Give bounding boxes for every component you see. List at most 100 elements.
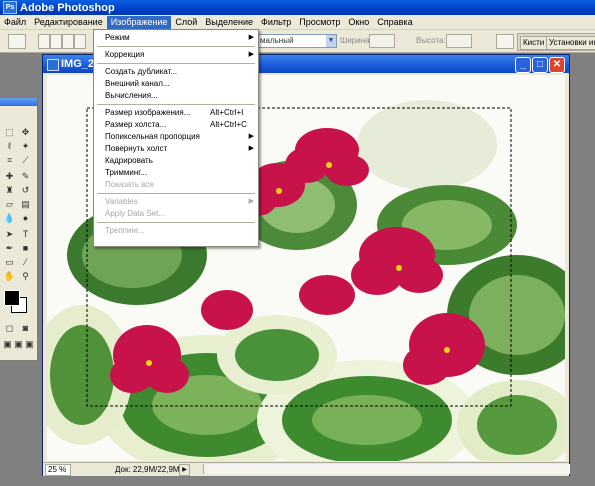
menu-separator <box>97 222 255 223</box>
blur-tool-icon[interactable]: 💧 <box>3 212 16 224</box>
panel-well: Кисти Установки инст <box>517 33 595 51</box>
screen-mode-full-icon[interactable]: ▣ <box>23 338 36 350</box>
image-menu-item-shortcut: Alt+Ctrl+C <box>210 120 247 129</box>
image-menu-item-label: Вычисления... <box>105 91 158 100</box>
image-menu-item: Variables ▶ <box>94 196 258 208</box>
image-menu-item-label: Размер изображения... <box>105 108 191 117</box>
foreground-color-swatch[interactable] <box>4 290 20 306</box>
toolbox: ⬚ ✥ ℓ ✦ ⌗ ⟋ ✚ ✎ ♜ ↺ ▱ ▤ 💧 ● ➤ T ✒ ■ ▭ ⁄ … <box>0 97 38 361</box>
marquee-preset-icon[interactable] <box>8 34 26 49</box>
photoshop-logo-icon: Ps <box>3 1 17 14</box>
menu-view[interactable]: Просмотр <box>295 16 344 29</box>
image-menu-item-label: Внешний канал... <box>105 79 170 88</box>
image-menu-item[interactable]: Размер изображения... Alt+Ctrl+I <box>94 107 258 119</box>
image-menu-item: Apply Data Set... <box>94 208 258 220</box>
intersect-selection-icon[interactable] <box>74 34 86 49</box>
menu-separator <box>97 63 255 64</box>
add-selection-icon[interactable] <box>50 34 62 49</box>
eyedropper-tool-icon[interactable]: ⁄ <box>19 256 32 268</box>
image-menu-item[interactable]: Коррекция ▶ <box>94 49 258 61</box>
move-tool-icon[interactable]: ✥ <box>19 126 32 138</box>
shape-tool-icon[interactable]: ■ <box>19 242 32 254</box>
healing-brush-tool-icon[interactable]: ✚ <box>3 170 16 182</box>
image-menu-item-label: Попиксельная пропорция <box>105 132 200 141</box>
status-menu-arrow-icon[interactable]: ▶ <box>179 464 190 476</box>
image-menu-item[interactable]: Вычисления... <box>94 90 258 102</box>
image-menu-item[interactable]: Внешний канал... <box>94 78 258 90</box>
menu-file[interactable]: Файл <box>0 16 30 29</box>
toolbox-header[interactable] <box>0 98 37 106</box>
menu-edit[interactable]: Редактирование <box>30 16 107 29</box>
brush-tool-icon[interactable]: ✎ <box>19 170 32 182</box>
submenu-arrow-icon: ▶ <box>248 145 254 152</box>
image-menu-item[interactable]: Повернуть холст ▶ <box>94 143 258 155</box>
subtract-selection-icon[interactable] <box>62 34 74 49</box>
tab-brushes[interactable]: Кисти <box>520 36 548 50</box>
image-menu-item-label: Кадрировать <box>105 156 153 165</box>
eraser-tool-icon[interactable]: ▱ <box>3 198 16 210</box>
document-size-info: Док: 22,9M/22,9M <box>115 465 180 474</box>
hand-tool-icon[interactable]: ✋ <box>3 270 16 282</box>
submenu-arrow-icon: ▶ <box>248 133 254 140</box>
document-title: IMG_2 <box>61 58 95 70</box>
image-menu-item-label: Коррекция <box>105 50 145 59</box>
menu-select[interactable]: Выделение <box>201 16 257 29</box>
tab-tool-presets[interactable]: Установки инст <box>546 36 595 50</box>
options-bar: мальный ▼ Ширина: Высота: <box>0 30 595 53</box>
marquee-tool-icon[interactable]: ⬚ <box>3 126 16 138</box>
chevron-down-icon: ▼ <box>326 35 336 47</box>
style-select-value: мальный <box>260 36 294 45</box>
standard-mode-icon[interactable]: ◻ <box>3 322 16 334</box>
maximize-button[interactable]: □ <box>532 57 548 73</box>
horizontal-scrollbar[interactable] <box>203 464 570 474</box>
dodge-tool-icon[interactable]: ● <box>19 212 32 224</box>
menu-image[interactable]: Изображение <box>106 15 172 29</box>
menu-layer[interactable]: Слой <box>171 16 201 29</box>
history-brush-tool-icon[interactable]: ↺ <box>19 184 32 196</box>
crop-tool-icon[interactable]: ⌗ <box>3 154 16 166</box>
submenu-arrow-icon: ▶ <box>248 198 254 205</box>
height-label: Высота: <box>416 36 446 45</box>
width-label: Ширина: <box>340 36 372 45</box>
slice-tool-icon[interactable]: ⟋ <box>19 154 32 166</box>
style-select[interactable]: мальный ▼ <box>257 34 337 48</box>
clone-stamp-tool-icon[interactable]: ♜ <box>3 184 16 196</box>
zoom-tool-icon[interactable]: ⚲ <box>19 270 32 282</box>
gradient-tool-icon[interactable]: ▤ <box>19 198 32 210</box>
menu-help[interactable]: Справка <box>373 16 416 29</box>
close-button[interactable]: ✕ <box>549 57 565 73</box>
magic-wand-tool-icon[interactable]: ✦ <box>19 140 32 152</box>
image-menu-item[interactable]: Попиксельная пропорция ▶ <box>94 131 258 143</box>
image-menu-item-label: Apply Data Set... <box>105 209 166 218</box>
image-menu-item: Показать все <box>94 179 258 191</box>
image-menu-item-label: Показать все <box>105 180 154 189</box>
pen-tool-icon[interactable]: ✒ <box>3 242 16 254</box>
image-menu-item[interactable]: Тримминг... <box>94 167 258 179</box>
height-field[interactable] <box>446 34 472 48</box>
image-menu-item: Треппинг... <box>94 225 258 237</box>
image-menu-item[interactable]: Кадрировать <box>94 155 258 167</box>
image-menu-item[interactable]: Размер холста... Alt+Ctrl+C <box>94 119 258 131</box>
app-title-bar: Ps Adobe Photoshop <box>0 0 595 15</box>
zoom-field[interactable]: 25 % <box>45 464 71 476</box>
new-selection-icon[interactable] <box>38 34 50 49</box>
notes-tool-icon[interactable]: ▭ <box>3 256 16 268</box>
image-menu-item[interactable]: Создать дубликат... <box>94 66 258 78</box>
width-field[interactable] <box>369 34 395 48</box>
image-menu-item-label: Треппинг... <box>105 226 145 235</box>
image-menu-dropdown: Режим ▶ Коррекция ▶ Создать дубликат... Внешн… <box>93 29 259 247</box>
image-menu-item-label: Тримминг... <box>105 168 147 177</box>
lasso-tool-icon[interactable]: ℓ <box>3 140 16 152</box>
menu-separator <box>97 104 255 105</box>
menu-separator <box>97 193 255 194</box>
image-menu-item[interactable]: Режим ▶ <box>94 32 258 44</box>
file-browser-icon[interactable] <box>496 34 514 49</box>
document-icon <box>47 59 59 71</box>
menu-filter[interactable]: Фильтр <box>257 16 295 29</box>
minimize-button[interactable]: _ <box>515 57 531 73</box>
menu-window[interactable]: Окно <box>344 16 373 29</box>
path-selection-tool-icon[interactable]: ➤ <box>3 228 16 240</box>
quick-mask-mode-icon[interactable]: ◙ <box>19 322 32 334</box>
app-title: Adobe Photoshop <box>20 1 115 14</box>
type-tool-icon[interactable]: T <box>19 228 32 240</box>
